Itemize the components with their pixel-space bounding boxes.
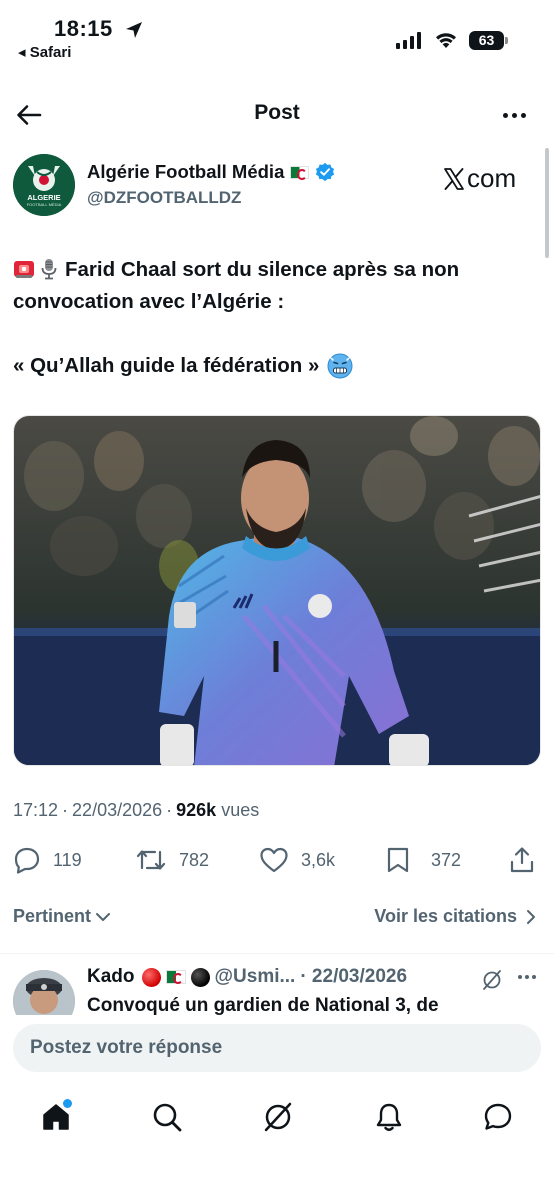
bookmark-icon — [387, 847, 409, 873]
x-logo-icon — [444, 167, 464, 190]
verified-badge-icon — [316, 162, 335, 182]
reply-author-name[interactable]: Kado — [87, 966, 135, 988]
post-date: 22/03/2026 — [72, 800, 163, 820]
algeria-flag-icon — [290, 165, 310, 180]
source-logo-text: com — [467, 163, 517, 193]
source-logo-xcom: com — [442, 163, 516, 194]
like-button[interactable]: 3,6k — [259, 840, 335, 880]
microphone-emoji-icon — [41, 259, 57, 280]
cellular-signal-icon — [396, 32, 421, 49]
views-count: 926k — [176, 800, 217, 820]
heart-icon — [260, 847, 288, 873]
share-icon — [510, 847, 534, 873]
replies-filter-row: Pertinent Voir les citations — [0, 900, 554, 936]
home-notification-dot — [63, 1099, 72, 1108]
more-dots-icon — [518, 975, 522, 979]
views-label: vues — [221, 800, 260, 820]
more-options-button[interactable] — [496, 98, 532, 132]
grok-icon[interactable] — [481, 969, 503, 991]
reply-text: Convoqué un gardien de National 3, de — [87, 995, 439, 1015]
red-circle-emoji-icon — [141, 967, 161, 987]
siren-emoji-icon — [14, 261, 34, 278]
scrollbar[interactable] — [545, 148, 549, 258]
reply-count: 119 — [53, 849, 82, 870]
reply-header: Kado @Usmi... · 22/03/2026 — [87, 966, 407, 988]
notifications-icon — [376, 1103, 402, 1131]
post-text-line2: convocation avec l’Algérie : — [13, 290, 285, 313]
divider — [0, 953, 554, 954]
repost-button[interactable]: 782 — [135, 840, 209, 880]
reply-author-handle[interactable]: @Usmi... — [215, 966, 296, 988]
post-actions: 119 782 3,6k 372 — [0, 840, 554, 880]
post-quote: « Qu’Allah guide la fédération » — [13, 350, 541, 382]
more-dots-icon — [502, 112, 508, 118]
post-time: 17:12 — [13, 800, 59, 820]
bookmark-button[interactable]: 372 — [385, 840, 461, 880]
tab-messages[interactable] — [476, 1095, 520, 1139]
tab-notifications[interactable] — [367, 1095, 411, 1139]
avatar-logo-text: ALGERIE — [27, 193, 61, 202]
page-title: Post — [254, 101, 300, 124]
reply-date: · 22/03/2026 — [300, 966, 408, 987]
reply-more-button[interactable] — [518, 975, 536, 979]
status-bar: 18:15 ◂ Safari 63 — [0, 0, 554, 70]
post-text-line1: Farid Chaal sort du silence après sa non — [65, 258, 460, 281]
goalkeeper-photo — [14, 416, 540, 765]
search-icon — [153, 1103, 182, 1132]
tab-search[interactable] — [145, 1095, 189, 1139]
reply-input[interactable] — [13, 1024, 541, 1072]
tab-grok[interactable] — [256, 1095, 300, 1139]
reply-item[interactable]: Kado @Usmi... · 22/03/2026 Convoqué un g… — [0, 955, 554, 1015]
repost-icon — [136, 850, 166, 870]
post-meta: 17:12 · 22/03/2026 · 926k vues — [13, 800, 260, 820]
battery-icon: 63 — [469, 31, 508, 50]
chevron-right-icon — [527, 909, 535, 924]
reply-avatar-image — [13, 970, 75, 1015]
cold-face-emoji-icon — [327, 353, 353, 379]
author-handle[interactable]: @DZFOOTBALLDZ — [87, 188, 241, 208]
messages-icon — [484, 1103, 512, 1130]
author-avatar[interactable]: ALGERIE FOOTBALL MÉDIA — [13, 154, 75, 216]
bottom-tab-bar — [0, 1085, 554, 1200]
tab-home[interactable] — [34, 1095, 78, 1139]
post-text: Farid Chaal sort du silence après sa non… — [13, 254, 541, 318]
battery-level: 63 — [478, 32, 495, 48]
reply-icon — [14, 847, 40, 874]
algeria-flag-icon — [165, 970, 186, 984]
share-button[interactable] — [508, 840, 536, 880]
grok-icon — [264, 1102, 292, 1132]
view-quotes-link[interactable]: Voir les citations — [374, 906, 537, 927]
post-image[interactable] — [13, 415, 541, 766]
avatar-logo-subtext: FOOTBALL MÉDIA — [26, 202, 62, 207]
reply-composer[interactable] — [13, 1024, 541, 1072]
black-circle-emoji-icon — [190, 967, 210, 987]
reply-avatar[interactable] — [13, 970, 75, 1015]
author-name[interactable]: Algérie Football Média — [87, 161, 335, 183]
sort-label: Pertinent — [13, 906, 92, 926]
location-arrow-icon — [126, 22, 142, 38]
sort-dropdown[interactable]: Pertinent — [13, 906, 111, 927]
reply-button[interactable]: 119 — [13, 840, 82, 880]
bookmark-count: 372 — [431, 849, 462, 870]
author-name-text: Algérie Football Média — [87, 161, 285, 182]
status-time: 18:15 — [54, 16, 113, 41]
chevron-down-icon — [96, 912, 111, 921]
repost-count: 782 — [179, 849, 210, 870]
post-quote-text: « Qu’Allah guide la fédération » — [13, 354, 320, 377]
wifi-icon — [436, 33, 456, 48]
view-quotes-label: Voir les citations — [374, 906, 517, 926]
like-count: 3,6k — [301, 849, 336, 870]
back-to-safari-link[interactable]: ◂ Safari — [18, 43, 71, 61]
